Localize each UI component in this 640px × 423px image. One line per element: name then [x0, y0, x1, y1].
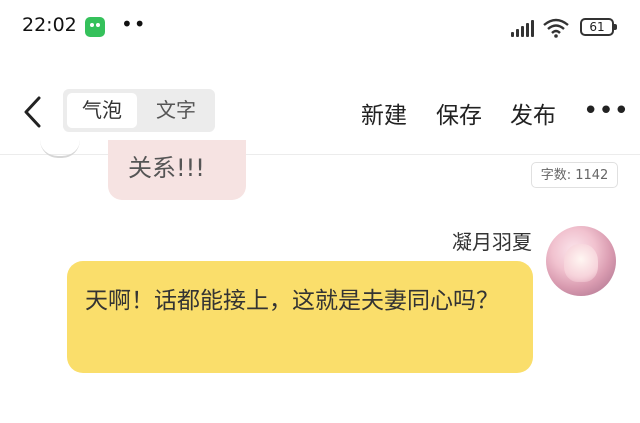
save-button[interactable]: 保存 [436, 96, 482, 130]
battery-icon: 61 [580, 18, 617, 36]
avatar-partial [40, 140, 80, 158]
app-notification-icon [85, 17, 105, 37]
mode-segmented-control: 气泡 文字 [63, 89, 215, 132]
toolbar-divider [0, 154, 640, 155]
message-username: 凝月羽夏 [452, 230, 532, 254]
segment-bubble[interactable]: 气泡 [67, 93, 137, 128]
user-avatar[interactable] [546, 226, 616, 296]
wifi-icon [543, 18, 569, 38]
word-count-label: 字数: [540, 168, 576, 183]
editor-toolbar: 气泡 文字 新建 保存 发布 ••• [0, 80, 640, 142]
status-bar: 22:02 •• 61 [0, 0, 640, 56]
segment-text[interactable]: 文字 [141, 93, 211, 128]
signal-icon [511, 19, 535, 37]
previous-message-bubble[interactable]: 关系!!! [108, 140, 246, 200]
more-options-icon[interactable]: ••• [583, 96, 629, 126]
word-count-badge: 字数: 1142 [531, 162, 618, 188]
more-notifications-icon: •• [121, 12, 147, 36]
new-button[interactable]: 新建 [361, 96, 407, 130]
word-count-value: 1142 [575, 168, 609, 183]
status-time: 22:02 [22, 14, 77, 36]
message-bubble[interactable]: 天啊！话都能接上，这就是夫妻同心吗？ [67, 261, 533, 373]
chevron-left-icon[interactable] [18, 92, 48, 132]
publish-button[interactable]: 发布 [510, 96, 556, 130]
